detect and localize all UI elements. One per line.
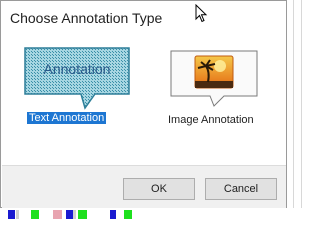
image-annotation-label: Image Annotation — [168, 114, 254, 126]
bubble-sample-text: Annotation — [43, 61, 111, 77]
image-annotation-bubble-icon — [170, 50, 258, 107]
dialog-button-bar: OK Cancel — [2, 165, 286, 208]
text-annotation-choice[interactable]: Annotation Text Annotation — [23, 46, 135, 146]
background-grid — [287, 0, 308, 208]
cancel-button[interactable]: Cancel — [205, 178, 277, 200]
mouse-cursor-icon — [195, 4, 208, 23]
background-chart-strip — [0, 208, 308, 221]
choose-annotation-dialog: Choose Annotation Type Annotation Text A… — [0, 0, 287, 208]
annotation-choices-panel: Annotation Text Annotation Image Annotat… — [2, 32, 286, 165]
dialog-title: Choose Annotation Type — [10, 10, 163, 26]
ok-button[interactable]: OK — [123, 178, 195, 200]
text-annotation-label: Text Annotation — [27, 112, 107, 124]
image-annotation-choice[interactable]: Image Annotation — [168, 48, 268, 148]
